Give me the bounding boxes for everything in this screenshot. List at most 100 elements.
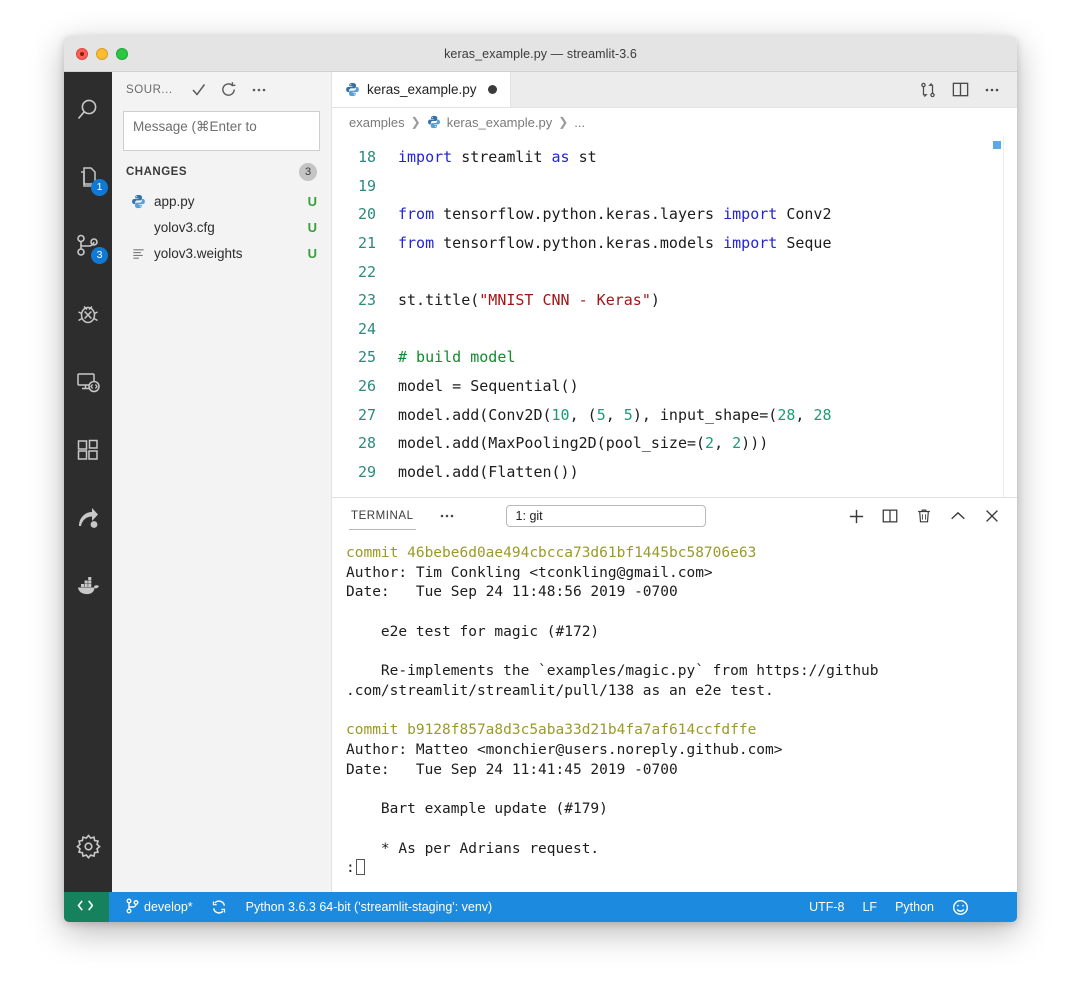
python-icon [345,82,360,97]
code-line: 28model.add(MaxPooling2D(pool_size=(2, 2… [332,429,1017,458]
editor-actions [913,72,1017,107]
list-item[interactable]: yolov3.weights U [112,240,331,266]
code-line: 25# build model [332,343,1017,372]
line-number: 22 [332,263,398,281]
activity-source-control-icon[interactable]: 3 [64,222,112,270]
status-interpreter[interactable]: Python 3.6.3 64-bit ('streamlit-staging'… [236,892,502,922]
editor-scrollbar[interactable] [1003,136,1017,497]
code-text: import streamlit as st [398,148,597,166]
editor-area: keras_example.py [332,72,1017,892]
activity-docker-icon[interactable] [64,562,112,610]
code-text: st.title("MNIST CNN - Keras") [398,291,660,309]
status-remote-indicator[interactable] [64,892,109,922]
terminal-line: commit 46bebe6d0ae494cbcca73d61bf1445bc5… [346,544,1017,564]
status-badge: U [308,220,317,235]
tab-keras-example[interactable]: keras_example.py [332,72,511,107]
line-number: 23 [332,291,398,309]
terminal-line: .com/streamlit/streamlit/pull/138 as an … [346,682,1017,702]
refresh-icon[interactable] [215,77,243,103]
line-number: 25 [332,348,398,366]
split-editor-icon[interactable] [945,75,975,105]
sidebar-more-icon[interactable] [245,77,273,103]
commit-message-input[interactable]: Message (⌘Enter to [123,111,320,151]
trash-icon[interactable] [909,501,939,531]
status-sync-icon[interactable] [202,892,236,922]
code-text: # build model [398,348,515,366]
tab-label: keras_example.py [367,82,477,97]
plus-icon[interactable] [841,501,871,531]
tab-bar-filler [511,72,913,107]
status-encoding[interactable]: UTF-8 [800,892,853,922]
workbench: 1 3 [64,72,1017,892]
terminal-select[interactable]: 1: git [506,505,706,527]
compare-changes-icon[interactable] [913,75,943,105]
terminal-line: e2e test for magic (#172) [346,623,1017,643]
changes-section-header[interactable]: CHANGES 3 [112,154,331,188]
terminal-line [346,820,1017,840]
line-number: 20 [332,205,398,223]
activity-remote-explorer-icon[interactable] [64,358,112,406]
python-icon [427,115,441,129]
terminal-select-value: 1: git [516,509,690,523]
breadcrumb-item-symbol[interactable]: ... [574,115,585,130]
sidebar-title: SOUR... [126,84,173,96]
terminal-line: * As per Adrians request. [346,840,1017,860]
panel-ellipsis-icon[interactable] [430,501,464,531]
activity-extensions-icon[interactable] [64,426,112,474]
list-item[interactable]: yolov3.cfg U [112,214,331,240]
code-text: model.add(Flatten()) [398,463,579,481]
terminal-line: Date: Tue Sep 24 11:48:56 2019 -0700 [346,583,1017,603]
code-line: 26model = Sequential() [332,372,1017,401]
breadcrumb-file-label: keras_example.py [447,115,553,130]
commit-check-icon[interactable] [185,77,213,103]
notifications-bell-icon[interactable] [978,892,1017,922]
activity-debug-icon[interactable] [64,290,112,338]
feedback-smiley-icon[interactable] [943,892,978,922]
tab-bar: keras_example.py [332,72,1017,108]
code-line: 20from tensorflow.python.keras.layers im… [332,200,1017,229]
breadcrumb-item-file[interactable]: keras_example.py [427,115,553,130]
split-icon[interactable] [875,501,905,531]
activity-live-share-icon[interactable] [64,494,112,542]
terminal-line [346,643,1017,663]
terminal-line: Bart example update (#179) [346,800,1017,820]
list-item[interactable]: app.py U [112,188,331,214]
python-icon [130,194,146,209]
traffic-lights [64,48,128,60]
minimap-marker [993,141,1001,149]
code-lines: 18import streamlit as st1920from tensorf… [332,136,1017,497]
remote-icon [76,899,93,915]
activity-search-icon[interactable] [64,86,112,134]
status-badge: U [308,194,317,209]
terminal-line: commit b9128f857a8d3c5aba33d21b4fa7af614… [346,721,1017,741]
status-branch[interactable]: develop* [109,892,202,922]
terminal-prompt[interactable]: : [346,859,1017,879]
line-number: 18 [332,148,398,166]
ellipsis-icon[interactable] [977,75,1007,105]
list-item-label: yolov3.weights [154,246,300,261]
status-language[interactable]: Python [886,892,943,922]
minimize-window-button[interactable] [96,48,108,60]
chevron-up-icon[interactable] [943,501,973,531]
code-editor[interactable]: 18import streamlit as st1920from tensorf… [332,136,1017,497]
window-title: keras_example.py — streamlit-3.6 [64,47,1017,61]
sidebar-header: SOUR... [112,72,331,107]
panel-actions [841,501,1007,531]
activity-settings-gear-icon[interactable] [64,822,112,870]
breadcrumb-item-examples[interactable]: examples [349,115,405,130]
status-branch-label: develop* [144,900,193,914]
terminal-output[interactable]: commit 46bebe6d0ae494cbcca73d61bf1445bc5… [332,534,1017,892]
status-eol[interactable]: LF [853,892,886,922]
terminal-line [346,603,1017,623]
terminal-line: Author: Matteo <monchier@users.noreply.g… [346,741,1017,761]
dirty-indicator-icon[interactable] [488,85,497,94]
terminal-line [346,702,1017,722]
chevron-right-icon: ❯ [411,115,421,129]
activity-explorer-icon[interactable]: 1 [64,154,112,202]
close-icon[interactable] [977,501,1007,531]
close-window-button[interactable] [76,48,88,60]
changes-count-badge: 3 [299,163,317,181]
changes-label: CHANGES [126,166,299,178]
zoom-window-button[interactable] [116,48,128,60]
tab-terminal[interactable]: TERMINAL [349,498,416,534]
